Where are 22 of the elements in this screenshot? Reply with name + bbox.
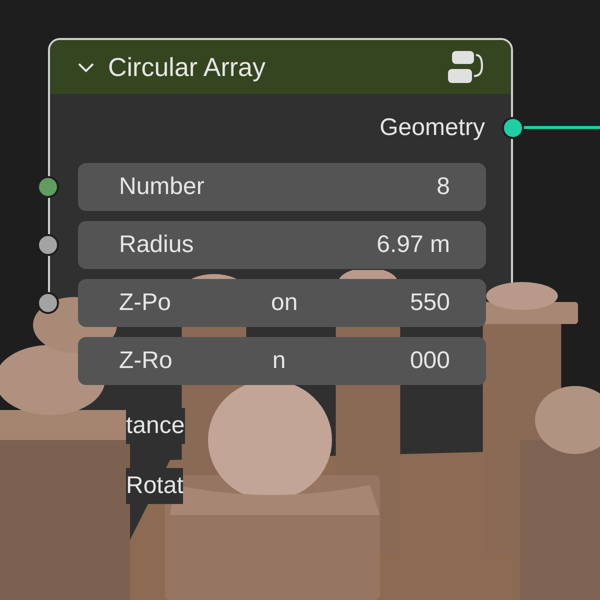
field-label: Number [119,172,204,202]
node-title: Circular Array [108,50,266,84]
field-label: Z-Ro [119,346,172,376]
input-socket[interactable] [37,176,59,198]
field-value: 6.97 m [376,230,450,260]
field-label: on [271,288,298,318]
field-label: Z-Po [119,288,172,318]
number-field[interactable]: Radius 6.97 m [78,221,486,269]
number-field[interactable]: Number 8 [78,163,486,211]
input-socket[interactable] [37,234,59,256]
input-socket[interactable] [37,292,59,314]
output-label: Geometry [380,113,485,143]
node-group-icon [447,49,485,85]
field-label: Radius [119,230,194,260]
output-socket[interactable] [502,117,524,139]
field-value: 8 [436,172,450,202]
number-field[interactable]: Z-Ro n 000 [78,337,486,385]
number-field[interactable]: Z-Po on 550 [78,279,486,327]
field-value: 550 [410,288,450,318]
field-value: 000 [410,346,450,376]
field-label: n [272,346,286,376]
input-label: tance [126,408,185,444]
